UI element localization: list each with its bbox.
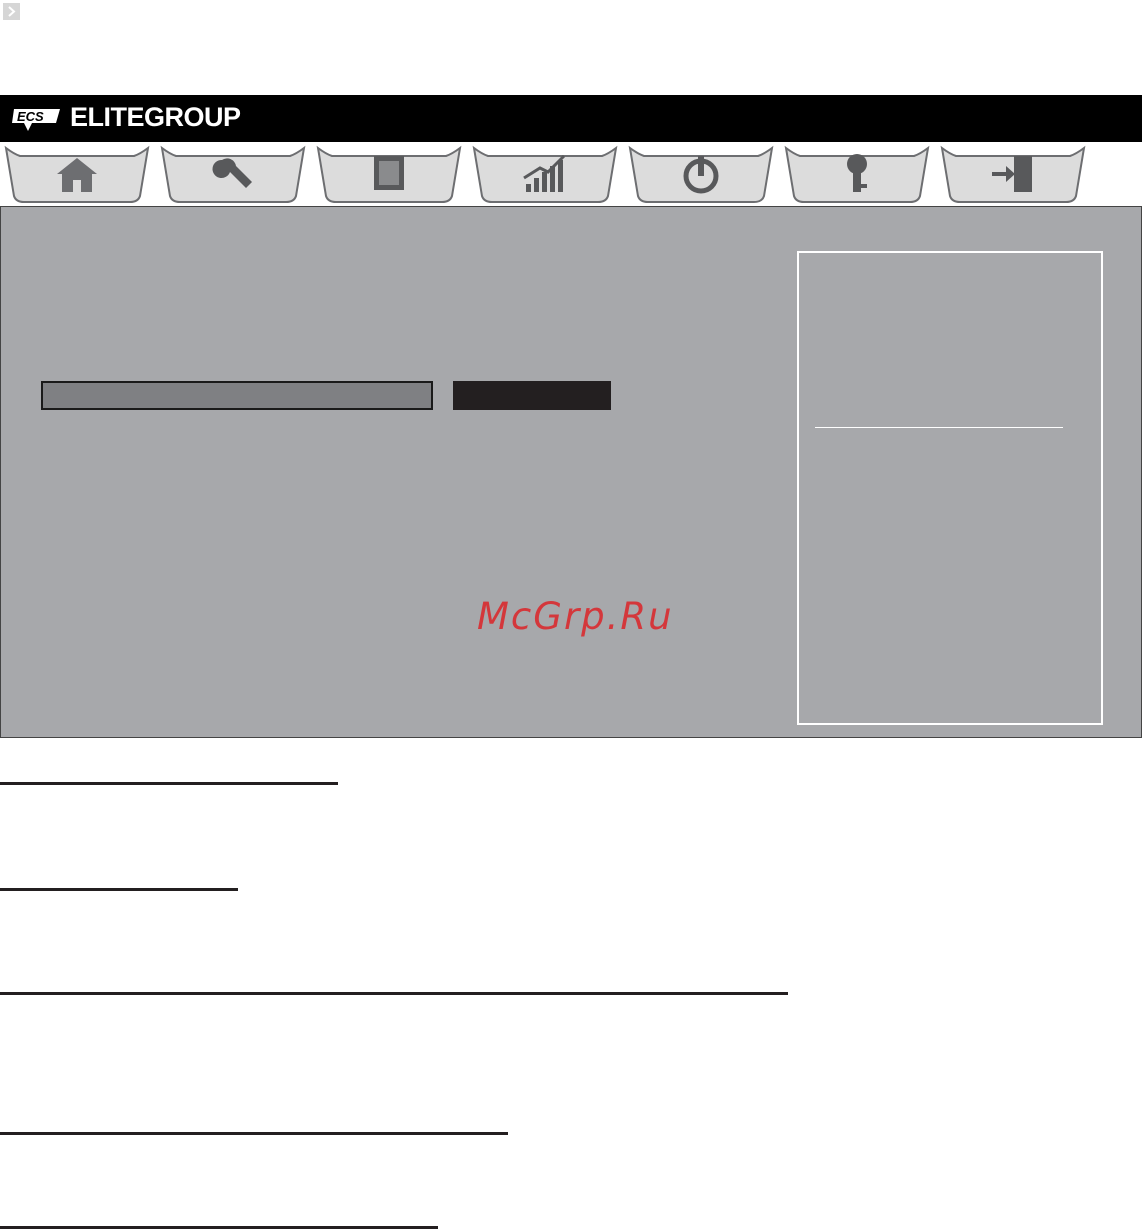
expand-arrow-icon[interactable] [3,3,20,20]
underline-rule [0,782,338,785]
underline-rule [0,992,788,995]
wrench-icon [212,158,252,188]
watermark-text: McGrp.Ru [477,595,674,638]
ecs-logo-icon: ECS [12,109,60,131]
help-panel [797,251,1103,725]
underline-rule [0,888,238,891]
key-icon [847,154,867,192]
power-icon [683,156,719,194]
tab-main[interactable] [4,144,150,206]
bios-main-panel: McGrp.Ru [0,206,1142,738]
tab-advanced[interactable] [160,144,306,206]
tab-boot[interactable] [628,144,774,206]
tab-chipset[interactable] [316,144,462,206]
tab-exit[interactable] [940,144,1086,206]
tab-security[interactable] [784,144,930,206]
performance-chart-icon [523,154,566,192]
underline-rule [0,1132,508,1135]
selected-value-box[interactable] [453,381,611,410]
svg-text:ECS: ECS [17,109,44,124]
exit-door-icon [992,156,1032,192]
chip-icon [374,156,404,190]
tab-mib[interactable] [472,144,618,206]
home-icon [57,158,97,192]
underline-rule [0,1226,438,1229]
help-divider [815,427,1063,428]
brand-title: ELITEGROUP [70,102,241,132]
bios-header: ECS ELITEGROUP [0,95,1142,142]
tab-bar [0,142,1142,208]
selected-item-bar[interactable] [41,381,433,410]
